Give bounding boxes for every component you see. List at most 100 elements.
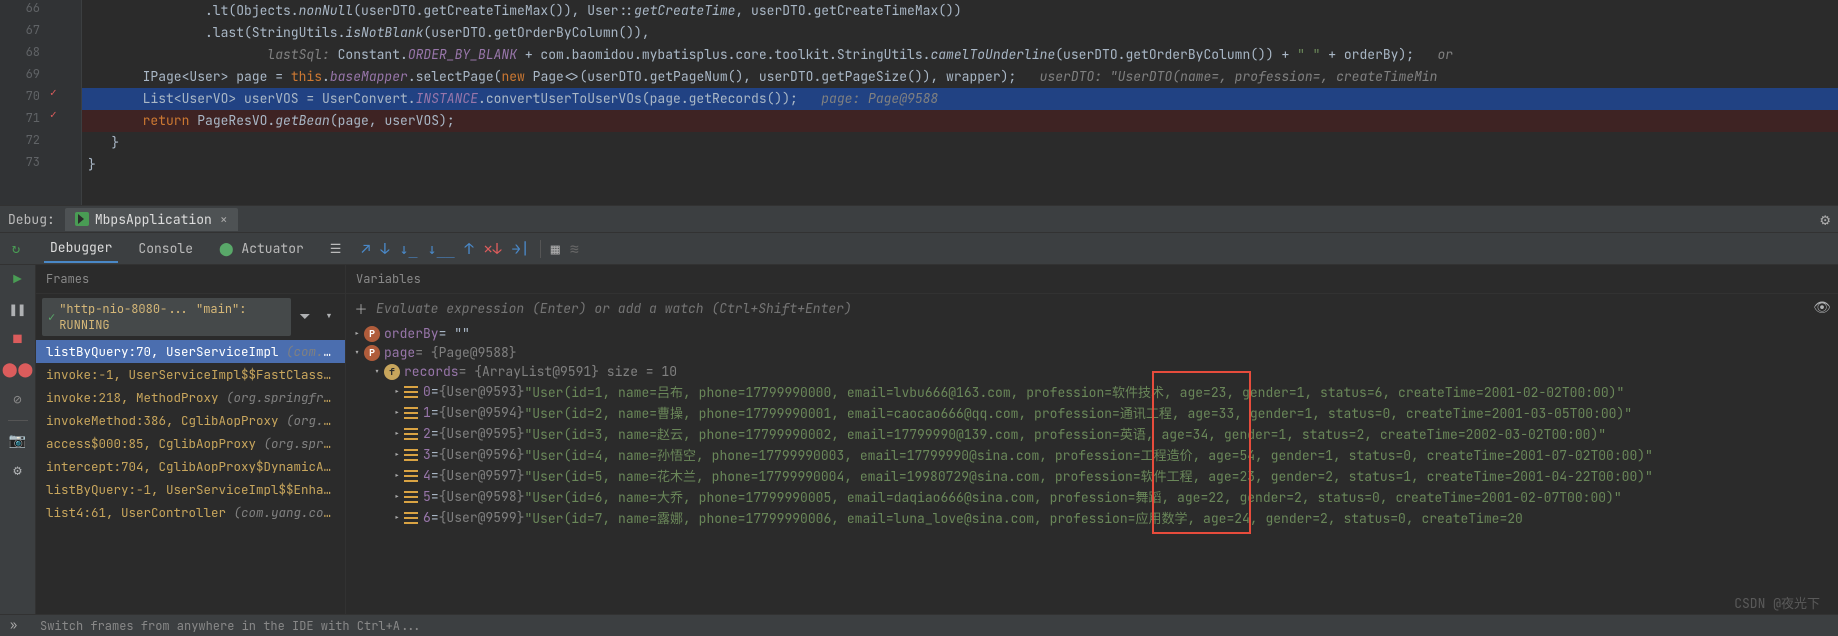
frame-row[interactable]: invoke:218, MethodProxy (org.springframe… — [36, 386, 345, 409]
code-line[interactable]: } — [82, 132, 1838, 154]
tree-row[interactable]: ▸4 = {User@9597} "User(id=5, name=花木兰, p… — [346, 465, 1838, 486]
tab-actuator[interactable]: ⬤ Actuator — [213, 235, 310, 262]
frame-row[interactable]: listByQuery:70, UserServiceImpl (com.yan… — [36, 340, 345, 363]
stop-icon[interactable]: ■ — [8, 330, 28, 350]
run-to-cursor-icon[interactable]: →| — [512, 239, 530, 259]
evaluate-expression-icon[interactable]: ▦ — [551, 239, 560, 259]
line-number: 70 — [0, 88, 40, 104]
tree-row[interactable]: ▸5 = {User@9598} "User(id=6, name=大乔, ph… — [346, 486, 1838, 507]
expand-arrow-icon[interactable]: ▸ — [390, 427, 404, 440]
tree-row[interactable]: ▾Ppage = {Page@9588} — [346, 343, 1838, 362]
code-line[interactable]: List<UserVO> userVOS = UserConvert.INSTA… — [82, 88, 1838, 110]
array-element-icon — [404, 470, 418, 482]
tab-debugger[interactable]: Debugger — [44, 234, 118, 263]
debug-side-toolbar: ▶ ❚❚ ■ ⬤⬤ ⊘ 📷 ⚙ — [0, 265, 36, 636]
gear-icon[interactable]: ⚙ — [1820, 209, 1830, 230]
array-element-icon — [404, 512, 418, 524]
code-line[interactable]: IPage<User> page = this.baseMapper.selec… — [82, 66, 1838, 88]
expand-arrow-icon[interactable]: ▾ — [370, 365, 384, 378]
expand-arrow-icon[interactable]: ▸ — [390, 406, 404, 419]
dropdown-icon[interactable]: ▾ — [319, 307, 339, 327]
line-number: 67 — [0, 22, 40, 38]
watch-eye-icon[interactable]: 👁 — [1812, 298, 1832, 318]
tree-row[interactable]: ▸6 = {User@9599} "User(id=7, name=露娜, ph… — [346, 507, 1838, 528]
step-out-icon[interactable]: ↑ — [465, 239, 474, 259]
debug-toolbar: Debug: MbpsApplication × ⚙ — [0, 205, 1838, 233]
line-number: 71 — [0, 110, 40, 126]
frames-list[interactable]: listByQuery:70, UserServiceImpl (com.yan… — [36, 340, 345, 636]
breakpoint-icon[interactable] — [48, 110, 64, 126]
frame-row[interactable]: access$000:85, CglibAopProxy (org.spring… — [36, 432, 345, 455]
property-icon: P — [364, 326, 380, 342]
evaluate-input[interactable] — [376, 300, 1806, 317]
expand-arrow-icon[interactable]: ▸ — [390, 469, 404, 482]
code-line[interactable]: .last(StringUtils.isNotBlank(userDTO.get… — [82, 22, 1838, 44]
expand-arrow-icon[interactable]: ▸ — [390, 385, 404, 398]
capture-icon[interactable]: 📷 — [8, 431, 28, 451]
editor-area[interactable]: 66 67 68 69 70 71 72 73 .lt(Objects.nonN… — [0, 0, 1838, 205]
run-config-tab[interactable]: MbpsApplication × — [65, 208, 238, 231]
tree-row[interactable]: ▾frecords = {ArrayList@9591} size = 10 — [346, 362, 1838, 381]
code-line[interactable]: } — [82, 154, 1838, 176]
array-element-icon — [404, 449, 418, 461]
mute-breakpoints-icon[interactable]: ⊘ — [8, 390, 28, 410]
tree-row[interactable]: ▸0 = {User@9593} "User(id=1, name=吕布, ph… — [346, 381, 1838, 402]
debug-label: Debug: — [8, 211, 55, 228]
thread-selector[interactable]: ✓ "http-nio-8080-... "main": RUNNING — [42, 298, 291, 336]
filter-icon[interactable]: ⏷ — [295, 307, 315, 327]
expand-arrow-icon[interactable]: ▸ — [350, 327, 364, 340]
pause-icon[interactable]: ❚❚ — [8, 300, 28, 320]
force-step-into-icon[interactable]: ↓̲̲ — [428, 239, 455, 259]
code-line[interactable]: lastSql: Constant.ORDER_BY_BLANK + com.b… — [82, 44, 1838, 66]
array-element-icon — [404, 407, 418, 419]
watermark: CSDN @夜光下 — [1734, 593, 1820, 612]
rerun-icon[interactable]: ↻ — [6, 239, 26, 259]
variables-title: Variables — [346, 265, 1838, 294]
threads-icon[interactable]: ☰ — [324, 235, 348, 262]
line-number: 68 — [0, 44, 40, 60]
expand-arrow-icon[interactable]: ▸ — [390, 490, 404, 503]
view-breakpoints-icon[interactable]: ⬤⬤ — [8, 360, 28, 380]
tree-row[interactable]: ▸3 = {User@9596} "User(id=4, name=孙悟空, p… — [346, 444, 1838, 465]
tree-row[interactable]: ▸2 = {User@9595} "User(id=3, name=赵云, ph… — [346, 423, 1838, 444]
code-area[interactable]: .lt(Objects.nonNull(userDTO.getCreateTim… — [82, 0, 1838, 205]
line-number: 66 — [0, 0, 40, 16]
variables-tree[interactable]: ▸PorderBy = ""▾Ppage = {Page@9588}▾freco… — [346, 322, 1838, 636]
field-icon: f — [384, 364, 400, 380]
frame-row[interactable]: intercept:704, CglibAopProxy$DynamicAdvi… — [36, 455, 345, 478]
breakpoint-icon[interactable] — [48, 88, 64, 104]
tree-row[interactable]: ▸PorderBy = "" — [346, 324, 1838, 343]
frames-panel: Frames ✓ "http-nio-8080-... "main": RUNN… — [36, 265, 346, 636]
settings-icon[interactable]: ⚙ — [8, 461, 28, 481]
frame-row[interactable]: listByQuery:-1, UserServiceImpl$$Enhance… — [36, 478, 345, 501]
add-watch-icon[interactable]: ＋ — [352, 299, 370, 317]
array-element-icon — [404, 491, 418, 503]
drop-frame-icon[interactable]: ✕↓ — [484, 239, 502, 259]
trace-icon[interactable]: ≋ — [570, 239, 579, 259]
frame-row[interactable]: invokeMethod:386, CglibAopProxy (org.spr… — [36, 409, 345, 432]
code-line[interactable]: return PageResVO.getBean(page, userVOS); — [82, 110, 1838, 132]
array-element-icon — [404, 386, 418, 398]
thread-name: "http-nio-8080-... "main": RUNNING — [59, 301, 285, 333]
tab-console[interactable]: Console — [132, 235, 199, 262]
resume-icon[interactable]: ▶ — [8, 270, 28, 290]
expand-arrow-icon[interactable]: ▸ — [390, 511, 404, 524]
expand-arrow-icon[interactable]: ▸ — [390, 448, 404, 461]
run-config-name: MbpsApplication — [95, 211, 212, 228]
check-icon: ✓ — [48, 309, 55, 325]
show-execution-point-icon[interactable]: ↗ — [361, 239, 370, 259]
frame-row[interactable]: invoke:-1, UserServiceImpl$$FastClassByS… — [36, 363, 345, 386]
array-element-icon — [404, 428, 418, 440]
code-line[interactable]: .lt(Objects.nonNull(userDTO.getCreateTim… — [82, 0, 1838, 22]
step-into-icon[interactable]: ↓̲ — [399, 239, 417, 259]
gutter: 66 67 68 69 70 71 72 73 — [0, 0, 82, 205]
step-over-icon[interactable]: ↓ — [380, 239, 389, 259]
property-icon: P — [364, 345, 380, 361]
expand-arrow-icon[interactable]: ▾ — [350, 346, 364, 359]
debug-body: ▶ ❚❚ ■ ⬤⬤ ⊘ 📷 ⚙ Frames ✓ "http-nio-8080-… — [0, 265, 1838, 636]
line-number: 69 — [0, 66, 40, 82]
expand-icon[interactable]: » — [10, 617, 17, 633]
close-icon[interactable]: × — [220, 211, 228, 228]
frame-row[interactable]: list4:61, UserController (com.yang.contr… — [36, 501, 345, 524]
tree-row[interactable]: ▸1 = {User@9594} "User(id=2, name=曹操, ph… — [346, 402, 1838, 423]
